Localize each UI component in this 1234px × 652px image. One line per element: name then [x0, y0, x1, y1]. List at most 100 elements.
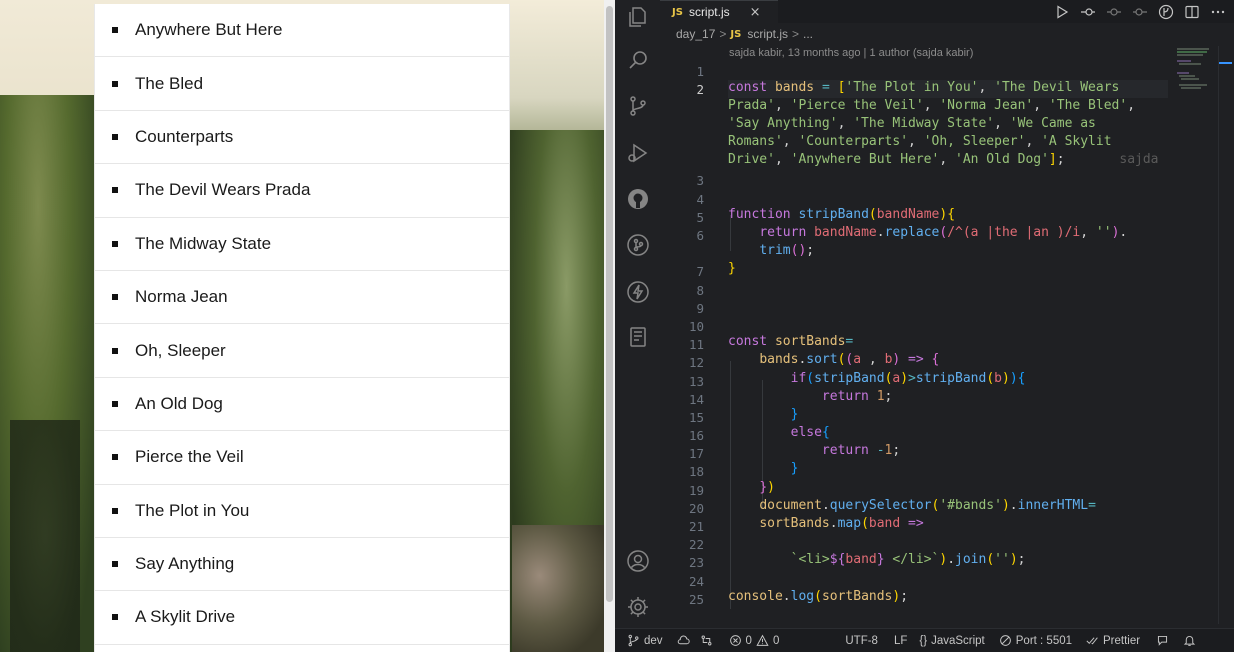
search-icon[interactable]	[625, 47, 650, 72]
list-item: The Plot in You	[95, 485, 509, 538]
minimap-line	[1181, 78, 1199, 80]
line-number: 25	[688, 592, 704, 607]
breadcrumb-more[interactable]: ...	[803, 27, 813, 41]
eol-status[interactable]: LF	[894, 635, 907, 647]
band-name: A Skylit Drive	[135, 607, 236, 627]
line-number: 23	[688, 555, 704, 570]
editor-scrollbar[interactable]	[1218, 46, 1232, 624]
editor-actions	[1054, 0, 1226, 23]
settings-gear-icon[interactable]	[625, 594, 650, 619]
minimap-line	[1179, 84, 1207, 86]
code-line-19: })	[759, 480, 775, 495]
gitlens-icon[interactable]	[1158, 4, 1174, 20]
split-editor-icon[interactable]	[1184, 4, 1200, 20]
language-status[interactable]: {} JavaScript	[919, 635, 984, 647]
list-item: A Skylit Drive	[95, 591, 509, 645]
sync-status[interactable]	[677, 634, 690, 647]
minimap-line	[1177, 51, 1207, 53]
error-count: 0	[745, 634, 752, 647]
code-editor[interactable]: 1 2 3 4 5 6 7 8 9 10 11 12 13 14 15 16 1…	[660, 62, 1170, 622]
account-icon[interactable]	[625, 548, 650, 573]
background-tree	[10, 420, 80, 652]
problems-status[interactable]: 0 0	[729, 634, 779, 647]
git-blame-header[interactable]: sajda kabir, 13 months ago | 1 author (s…	[729, 47, 973, 59]
prettier-label: Prettier	[1103, 634, 1141, 647]
line-number: 16	[688, 428, 704, 443]
encoding-label: UTF-8	[845, 634, 878, 647]
line-number: 20	[688, 501, 704, 516]
line-number: 1	[696, 64, 704, 79]
line-number: 17	[688, 446, 704, 461]
list-item: Anywhere But Here	[95, 4, 509, 58]
browser-viewport: Anywhere But Here The Bled Counterparts …	[0, 0, 604, 652]
breadcrumb-file[interactable]: script.js	[747, 27, 788, 41]
run-debug-icon[interactable]	[625, 140, 650, 165]
feedback-status[interactable]	[1156, 634, 1169, 647]
minimap-line	[1177, 48, 1209, 50]
go-forward-icon[interactable]	[1132, 4, 1148, 20]
line-number: 7	[696, 264, 704, 279]
prettier-status[interactable]: Prettier	[1086, 634, 1140, 647]
tab-close-icon[interactable]: ×	[750, 5, 761, 20]
github-icon[interactable]	[625, 186, 650, 211]
feedback-icon	[1158, 635, 1168, 646]
branch-status[interactable]: dev	[627, 634, 663, 647]
source-control-icon[interactable]	[625, 93, 650, 118]
line-number: 12	[688, 355, 704, 370]
scrollbar-thumb[interactable]	[606, 6, 613, 602]
line-number: 3	[696, 173, 704, 188]
no-entry-icon	[999, 635, 1011, 646]
bands-panel: Anywhere But Here The Bled Counterparts …	[94, 4, 510, 652]
breadcrumb-folder[interactable]: day_17	[676, 27, 715, 41]
line-number: 11	[688, 337, 704, 352]
band-name: An Old Dog	[135, 393, 223, 413]
bullet-icon	[112, 240, 118, 247]
line-number: 24	[688, 574, 704, 589]
explorer-icon[interactable]	[625, 4, 650, 29]
inline-blame: sajda	[1119, 152, 1159, 167]
lightning-icon[interactable]	[625, 279, 650, 304]
code-line-11: const sortBands=	[728, 334, 854, 349]
code-line-16: else{	[790, 425, 830, 440]
line-number: 15	[688, 410, 704, 425]
code-line-2b: Prada', 'Pierce the Veil', 'Norma Jean',…	[728, 98, 1136, 113]
line-number: 9	[696, 301, 704, 316]
live-server-status[interactable]: Port : 5501	[999, 634, 1072, 647]
code-line-2d: Romans', 'Counterparts', 'Oh, Sleeper', …	[728, 134, 1112, 149]
list-item: Norma Jean	[95, 271, 509, 325]
git-graph-status[interactable]	[700, 634, 713, 647]
code-line-5: function stripBand(bandName){	[728, 207, 956, 222]
run-icon[interactable]	[1054, 4, 1070, 20]
more-actions-icon[interactable]	[1210, 4, 1226, 20]
bullet-icon	[112, 187, 118, 194]
breadcrumb: day_17 > JS script.js > ...	[676, 27, 813, 41]
browser-scrollbar[interactable]	[604, 0, 615, 652]
cloud-sync-icon	[677, 635, 690, 645]
open-changes-icon[interactable]	[1106, 4, 1122, 20]
band-name: The Devil Wears Prada	[135, 180, 311, 200]
warning-icon	[756, 634, 769, 646]
minimap-line	[1181, 87, 1201, 89]
code-line-12: bands.sort((a , b) => {	[759, 352, 940, 367]
minimap[interactable]	[1175, 46, 1223, 106]
tab-script-js[interactable]: JS script.js ×	[660, 0, 778, 23]
cursor-position-marker	[1219, 62, 1232, 64]
band-name: Oh, Sleeper	[135, 340, 226, 360]
code-line-23: `<li>${band} </li>`).join('');	[790, 552, 1026, 567]
line-number: 21	[688, 519, 704, 534]
list-item: The Devil Wears Prada	[95, 164, 509, 218]
bullet-icon	[112, 507, 118, 514]
tab-title: script.js	[688, 5, 730, 19]
bands-list: Anywhere But Here The Bled Counterparts …	[95, 4, 509, 645]
encoding-status[interactable]: UTF-8	[845, 635, 878, 647]
background-sky	[510, 0, 604, 140]
bullet-icon	[112, 561, 118, 568]
tab-bar: JS script.js ×	[660, 0, 1234, 23]
notifications-status[interactable]	[1183, 634, 1196, 647]
go-back-icon[interactable]	[1080, 4, 1096, 20]
list-item: The Midway State	[95, 218, 509, 271]
notebook-icon[interactable]	[625, 324, 650, 349]
branch-name: dev	[644, 634, 663, 647]
git-graph-icon[interactable]	[625, 232, 650, 257]
code-line-13: if(stripBand(a)>stripBand(b)){	[790, 371, 1026, 386]
